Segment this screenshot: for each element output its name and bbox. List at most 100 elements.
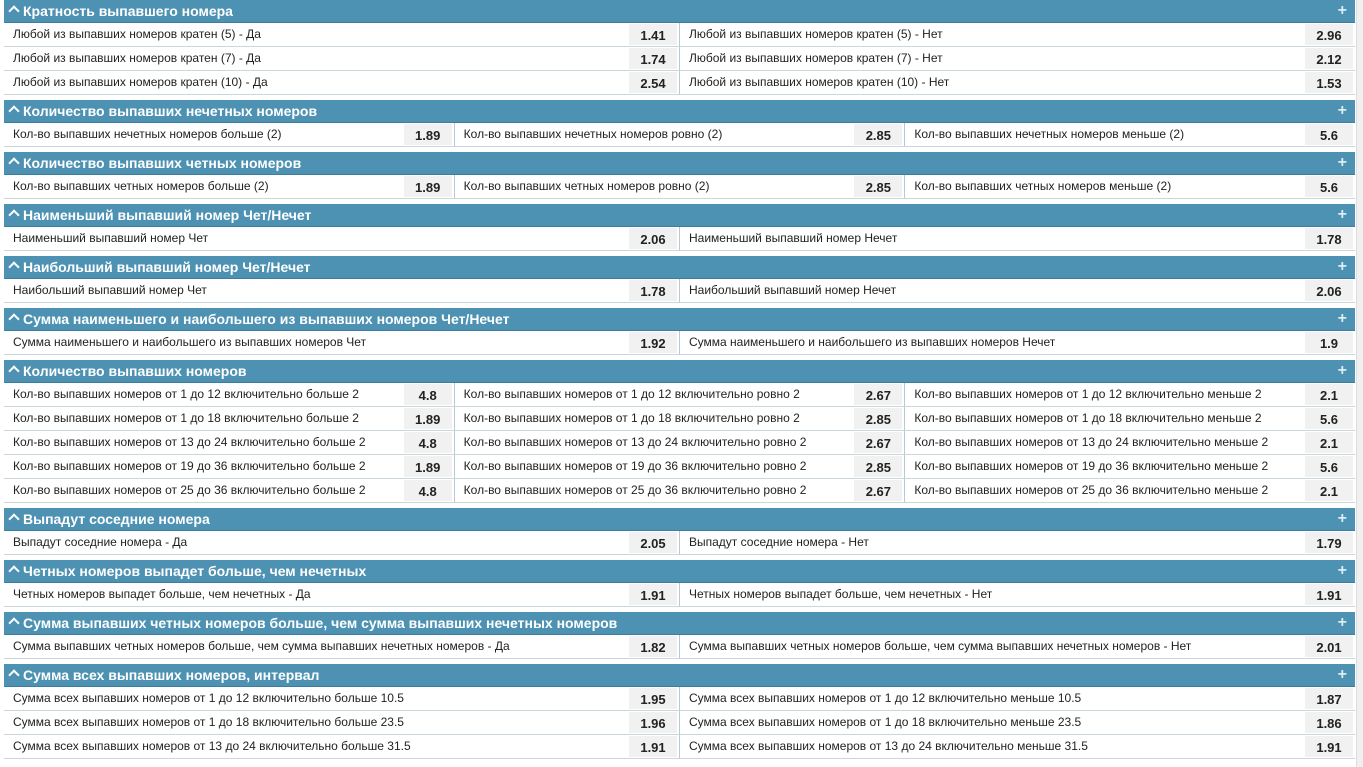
outcome-cell[interactable]: Кол-во выпавших четных номеров ровно (2)… [455,175,906,198]
odds-button[interactable]: 2.85 [854,456,903,477]
odds-button[interactable]: 1.74 [629,48,677,69]
odds-button[interactable]: 2.05 [629,532,677,553]
plus-icon[interactable]: + [1338,204,1347,225]
chevron-up-icon[interactable] [8,565,20,577]
outcome-cell[interactable]: Любой из выпавших номеров кратен (7) - Н… [680,47,1355,70]
outcome-cell[interactable]: Кол-во выпавших номеров от 25 до 36 вклю… [455,479,906,502]
outcome-cell[interactable]: Кол-во выпавших номеров от 1 до 12 включ… [905,383,1355,406]
odds-button[interactable]: 4.8 [403,432,452,453]
odds-button[interactable]: 1.92 [629,332,677,353]
outcome-cell[interactable]: Кол-во выпавших номеров от 19 до 36 вклю… [455,455,906,478]
outcome-cell[interactable]: Кол-во выпавших номеров от 1 до 18 включ… [455,407,906,430]
odds-button[interactable]: 1.91 [629,736,677,757]
outcome-cell[interactable]: Кол-во выпавших номеров от 1 до 12 включ… [4,383,455,406]
plus-icon[interactable]: + [1338,0,1347,21]
odds-button[interactable]: 1.96 [629,712,677,733]
chevron-up-icon[interactable] [8,365,20,377]
odds-button[interactable]: 1.41 [629,24,677,45]
outcome-cell[interactable]: Сумма всех выпавших номеров от 1 до 18 в… [4,711,680,734]
chevron-up-icon[interactable] [8,513,20,525]
outcome-cell[interactable]: Кол-во выпавших нечетных номеров меньше … [905,123,1355,146]
outcome-cell[interactable]: Кол-во выпавших четных номеров меньше (2… [905,175,1355,198]
plus-icon[interactable]: + [1338,100,1347,121]
odds-button[interactable]: 1.82 [629,636,677,657]
odds-button[interactable]: 1.91 [1305,736,1353,757]
plus-icon[interactable]: + [1338,612,1347,633]
market-header[interactable]: Количество выпавших нечетных номеров + [4,100,1355,123]
market-header[interactable]: Количество выпавших номеров + [4,360,1355,383]
outcome-cell[interactable]: Наибольший выпавший номер Нечет 2.06 [680,279,1355,302]
odds-button[interactable]: 1.78 [629,280,677,301]
odds-button[interactable]: 1.78 [1305,228,1353,249]
outcome-cell[interactable]: Кол-во выпавших номеров от 13 до 24 вклю… [905,431,1355,454]
outcome-cell[interactable]: Наименьший выпавший номер Чет 2.06 [4,227,680,250]
odds-button[interactable]: 2.1 [1305,432,1354,453]
outcome-cell[interactable]: Кол-во выпавших номеров от 1 до 18 включ… [4,407,455,430]
outcome-cell[interactable]: Любой из выпавших номеров кратен (10) - … [680,71,1355,94]
outcome-cell[interactable]: Кол-во выпавших нечетных номеров ровно (… [455,123,906,146]
outcome-cell[interactable]: Кол-во выпавших номеров от 25 до 36 вклю… [905,479,1355,502]
outcome-cell[interactable]: Наименьший выпавший номер Нечет 1.78 [680,227,1355,250]
chevron-up-icon[interactable] [8,209,20,221]
chevron-up-icon[interactable] [8,261,20,273]
plus-icon[interactable]: + [1338,256,1347,277]
odds-button[interactable]: 5.6 [1305,124,1354,145]
outcome-cell[interactable]: Сумма наименьшего и наибольшего из выпав… [4,331,680,354]
market-header[interactable]: Сумма выпавших четных номеров больше, че… [4,612,1355,635]
odds-button[interactable]: 4.8 [403,384,452,405]
outcome-cell[interactable]: Сумма всех выпавших номеров от 1 до 12 в… [4,687,680,710]
odds-button[interactable]: 1.87 [1305,688,1353,709]
odds-button[interactable]: 2.12 [1305,48,1353,69]
outcome-cell[interactable]: Любой из выпавших номеров кратен (7) - Д… [4,47,680,70]
odds-button[interactable]: 1.95 [629,688,677,709]
odds-button[interactable]: 2.54 [629,72,677,93]
odds-button[interactable]: 1.53 [1305,72,1353,93]
plus-icon[interactable]: + [1338,308,1347,329]
odds-button[interactable]: 1.89 [403,408,452,429]
outcome-cell[interactable]: Сумма выпавших четных номеров больше, че… [4,635,680,658]
outcome-cell[interactable]: Четных номеров выпадет больше, чем нечет… [4,583,680,606]
odds-button[interactable]: 2.1 [1305,384,1354,405]
odds-button[interactable]: 4.8 [403,480,452,501]
scrollbar[interactable] [1356,0,1363,767]
market-header[interactable]: Сумма всех выпавших номеров, интервал + [4,664,1355,687]
outcome-cell[interactable]: Сумма наименьшего и наибольшего из выпав… [680,331,1355,354]
market-header[interactable]: Выпадут соседние номера + [4,508,1355,531]
odds-button[interactable]: 5.6 [1305,176,1354,197]
outcome-cell[interactable]: Кол-во выпавших номеров от 13 до 24 вклю… [4,431,455,454]
outcome-cell[interactable]: Четных номеров выпадет больше, чем нечет… [680,583,1355,606]
chevron-up-icon[interactable] [8,105,20,117]
odds-button[interactable]: 2.85 [854,408,903,429]
odds-button[interactable]: 5.6 [1305,456,1354,477]
outcome-cell[interactable]: Сумма всех выпавших номеров от 13 до 24 … [4,735,680,758]
odds-button[interactable]: 1.86 [1305,712,1353,733]
outcome-cell[interactable]: Сумма всех выпавших номеров от 1 до 18 в… [680,711,1355,734]
odds-button[interactable]: 1.89 [403,124,452,145]
outcome-cell[interactable]: Сумма всех выпавших номеров от 13 до 24 … [680,735,1355,758]
outcome-cell[interactable]: Выпадут соседние номера - Да 2.05 [4,531,680,554]
odds-button[interactable]: 2.67 [854,480,903,501]
odds-button[interactable]: 1.9 [1305,332,1353,353]
odds-button[interactable]: 2.01 [1305,636,1353,657]
outcome-cell[interactable]: Кол-во выпавших нечетных номеров больше … [4,123,455,146]
odds-button[interactable]: 2.06 [1305,280,1353,301]
outcome-cell[interactable]: Любой из выпавших номеров кратен (5) - Н… [680,23,1355,46]
outcome-cell[interactable]: Кол-во выпавших номеров от 13 до 24 вклю… [455,431,906,454]
odds-button[interactable]: 2.85 [854,176,903,197]
odds-button[interactable]: 1.89 [403,176,452,197]
odds-button[interactable]: 2.96 [1305,24,1353,45]
odds-button[interactable]: 1.79 [1305,532,1353,553]
plus-icon[interactable]: + [1338,360,1347,381]
outcome-cell[interactable]: Кол-во выпавших четных номеров больше (2… [4,175,455,198]
chevron-up-icon[interactable] [8,313,20,325]
outcome-cell[interactable]: Кол-во выпавших номеров от 19 до 36 вклю… [4,455,455,478]
chevron-up-icon[interactable] [8,669,20,681]
odds-button[interactable]: 2.06 [629,228,677,249]
outcome-cell[interactable]: Сумма выпавших четных номеров больше, че… [680,635,1355,658]
plus-icon[interactable]: + [1338,152,1347,173]
market-header[interactable]: Сумма наименьшего и наибольшего из выпав… [4,308,1355,331]
market-header[interactable]: Кратность выпавшего номера + [4,0,1355,23]
plus-icon[interactable]: + [1338,664,1347,685]
market-header[interactable]: Количество выпавших четных номеров + [4,152,1355,175]
plus-icon[interactable]: + [1338,508,1347,529]
